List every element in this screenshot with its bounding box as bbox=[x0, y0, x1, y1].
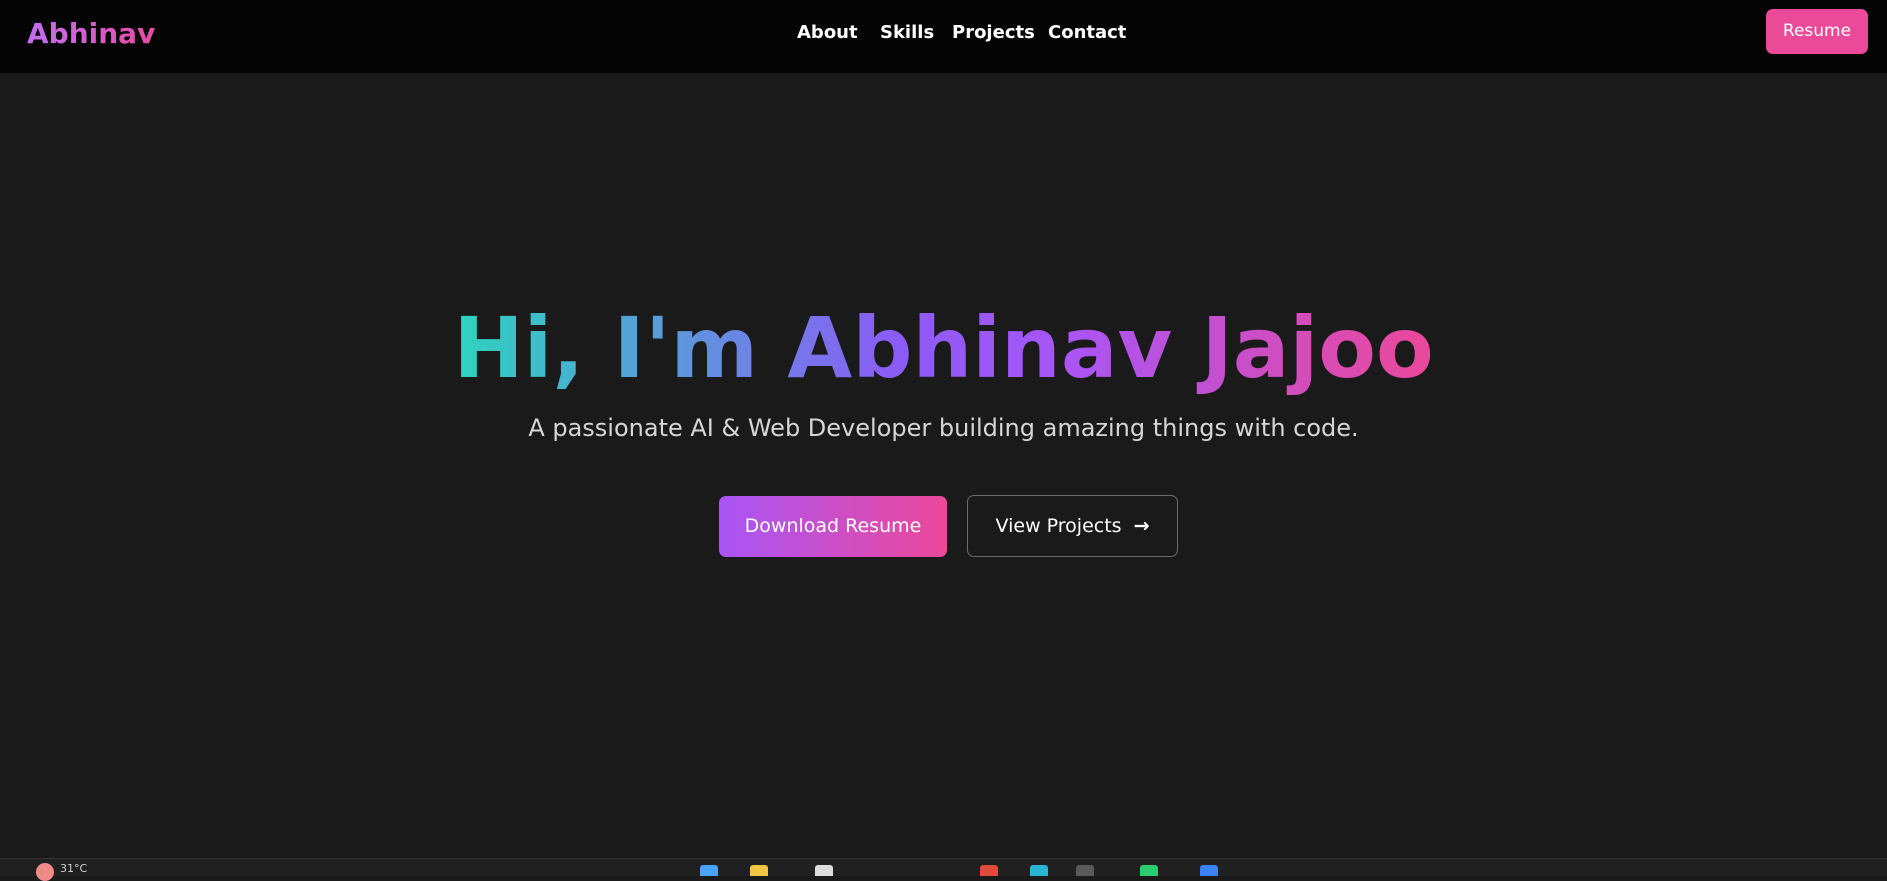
arrow-right-icon: → bbox=[1133, 515, 1150, 537]
nav-link-contact[interactable]: Contact bbox=[1048, 18, 1126, 48]
download-resume-button[interactable]: Download Resume bbox=[719, 496, 947, 557]
hero-title: Hi, I'm Abhinav Jajoo bbox=[0, 293, 1887, 403]
top-navbar: Abhinav About Skills Projects Contact Re… bbox=[0, 0, 1887, 73]
site-logo[interactable]: Abhinav bbox=[27, 14, 155, 54]
weather-icon[interactable] bbox=[36, 863, 54, 881]
app-icon-8[interactable] bbox=[1200, 865, 1218, 876]
nav-link-projects[interactable]: Projects bbox=[952, 18, 1035, 48]
app-icon-7[interactable] bbox=[1140, 865, 1158, 876]
app-icon-4[interactable] bbox=[980, 865, 998, 876]
resume-button[interactable]: Resume bbox=[1766, 9, 1868, 54]
os-taskbar: 31°C bbox=[0, 858, 1887, 881]
hero-title-text: Hi, I'm Abhinav Jajoo bbox=[453, 299, 1434, 397]
app-icon-6[interactable] bbox=[1076, 865, 1094, 876]
nav-link-skills[interactable]: Skills bbox=[880, 18, 934, 48]
weather-text: 31°C bbox=[60, 862, 88, 875]
nav-link-about[interactable]: About bbox=[797, 18, 858, 48]
app-icon-3[interactable] bbox=[815, 865, 833, 876]
hero-section: Hi, I'm Abhinav Jajoo A passionate AI & … bbox=[0, 73, 1887, 858]
app-icon-2[interactable] bbox=[750, 865, 768, 876]
view-projects-label: View Projects bbox=[995, 515, 1122, 537]
app-icon-1[interactable] bbox=[700, 865, 718, 876]
hero-subtitle: A passionate AI & Web Developer building… bbox=[528, 414, 1359, 442]
app-icon-5[interactable] bbox=[1030, 865, 1048, 876]
view-projects-button[interactable]: View Projects → bbox=[967, 495, 1178, 557]
